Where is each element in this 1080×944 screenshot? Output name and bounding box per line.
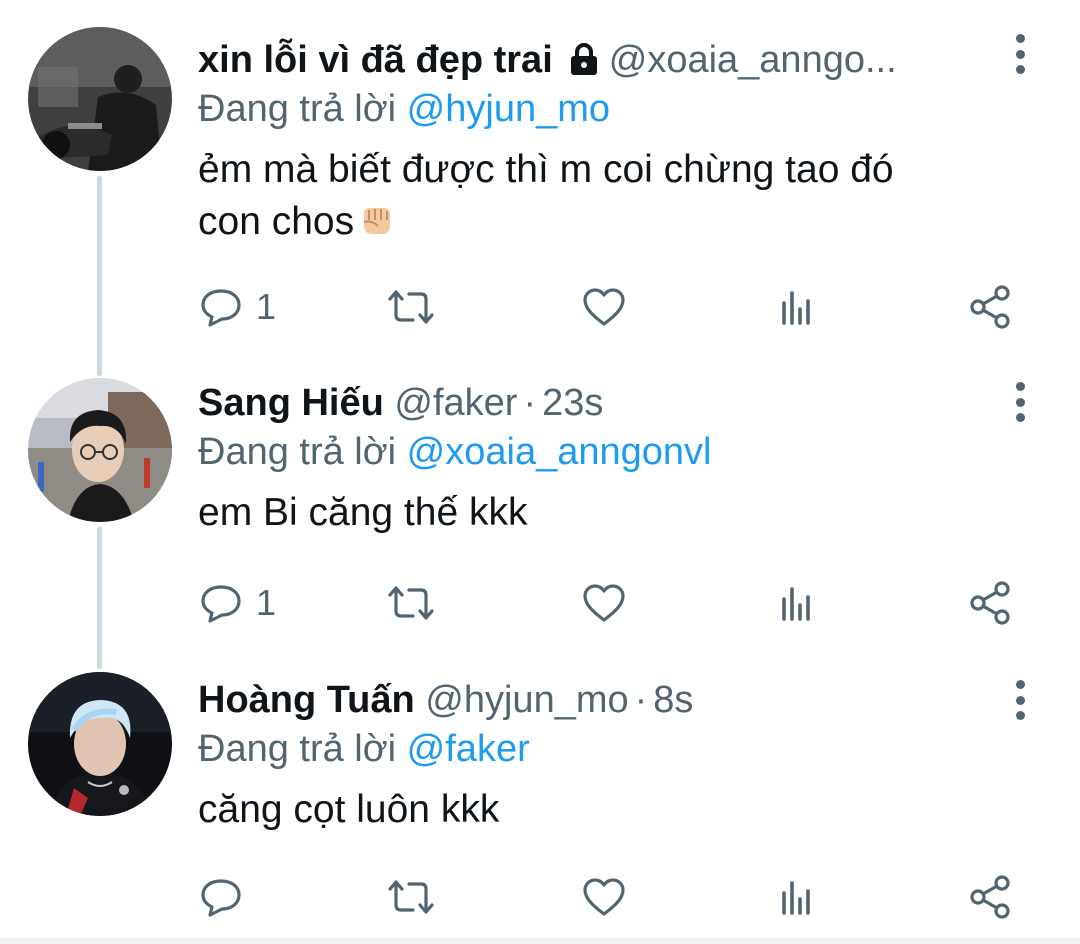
tweet-text-line: em Bi căng thế kkk: [198, 491, 528, 534]
like-button[interactable]: [582, 578, 626, 628]
reply-count: 1: [256, 582, 277, 623]
reply-icon: [201, 879, 241, 917]
like-button[interactable]: [582, 282, 626, 332]
replying-to-mention[interactable]: @faker: [407, 728, 530, 770]
share-button[interactable]: [968, 872, 1012, 922]
replying-to-mention[interactable]: @hyjun_mo: [407, 88, 610, 130]
tweet-header: xin lỗi vì đã đẹp trai @xoaia_anngo...: [198, 32, 1010, 88]
action-bar: [198, 872, 1018, 922]
lock-icon: [569, 36, 599, 88]
replying-to-mention[interactable]: @xoaia_anngonvl: [407, 431, 712, 473]
tweet-text-line: con chos: [198, 200, 355, 243]
retweet-icon: [388, 290, 434, 324]
user-handle[interactable]: @hyjun_mo: [425, 679, 628, 721]
replying-to: Đang trả lời @hyjun_mo: [198, 84, 1010, 134]
analytics-button[interactable]: [778, 282, 818, 332]
share-icon: [970, 581, 1010, 625]
tweet-1[interactable]: xin lỗi vì đã đẹp trai @xoaia_anngo... Đa…: [0, 0, 1080, 360]
reply-icon: [201, 585, 241, 623]
retweet-button[interactable]: [386, 872, 436, 922]
retweet-icon: [388, 586, 434, 620]
tweet-text: em Bi căng thế kkk: [198, 487, 1010, 539]
bottom-divider: [0, 938, 1080, 944]
action-bar: 1: [198, 282, 1018, 332]
replying-to: Đang trả lời @xoaia_anngonvl: [198, 427, 1010, 477]
heart-icon: [583, 288, 625, 326]
share-button[interactable]: [968, 578, 1012, 628]
heart-icon: [583, 584, 625, 622]
replying-to-label: Đang trả lời: [198, 728, 397, 770]
tweet-text-line: căng cọt luôn kkk: [198, 788, 500, 831]
heart-icon: [583, 878, 625, 916]
tweet-3[interactable]: Hoàng Tuấn @hyjun_mo · 8s Đang trả lời @fa…: [0, 660, 1080, 944]
timestamp[interactable]: 23s: [542, 382, 603, 424]
retweet-button[interactable]: [386, 282, 436, 332]
tweet-text-line: ẻm mà biết được thì m coi chừng tao đó: [198, 148, 894, 191]
share-icon: [970, 875, 1010, 919]
separator-dot: ·: [634, 679, 648, 721]
retweet-button[interactable]: [386, 578, 436, 628]
replying-to-label: Đang trả lời: [198, 88, 397, 130]
more-vertical-icon[interactable]: [1008, 680, 1032, 720]
display-name[interactable]: Sang Hiếu: [198, 382, 384, 424]
reply-icon: [201, 289, 241, 327]
separator-dot: ·: [523, 382, 537, 424]
tweet-header: Sang Hiếu @faker · 23s: [198, 375, 1010, 431]
user-handle[interactable]: @xoaia_anngo...: [609, 39, 897, 81]
avatar[interactable]: [28, 672, 172, 816]
display-name[interactable]: xin lỗi vì đã đẹp trai: [198, 39, 553, 81]
analytics-icon: [782, 587, 810, 621]
fist-emoji: [358, 200, 394, 252]
display-name[interactable]: Hoàng Tuấn: [198, 679, 415, 721]
retweet-icon: [388, 880, 434, 914]
action-bar: 1: [198, 578, 1018, 628]
tweet-header: Hoàng Tuấn @hyjun_mo · 8s: [198, 672, 1010, 728]
reply-button[interactable]: [200, 872, 256, 922]
share-icon: [970, 285, 1010, 329]
reply-button[interactable]: 1: [200, 578, 276, 628]
more-vertical-icon[interactable]: [1008, 382, 1032, 422]
timestamp[interactable]: 8s: [653, 679, 693, 721]
share-button[interactable]: [968, 282, 1012, 332]
avatar[interactable]: [28, 378, 172, 522]
replying-to-label: Đang trả lời: [198, 431, 397, 473]
more-vertical-icon[interactable]: [1008, 34, 1032, 74]
tweet-text: ẻm mà biết được thì m coi chừng tao đó c…: [198, 144, 1010, 252]
avatar[interactable]: [28, 27, 172, 171]
reply-button[interactable]: 1: [200, 282, 276, 332]
like-button[interactable]: [582, 872, 626, 922]
tweet-2[interactable]: Sang Hiếu @faker · 23s Đang trả lời @xoaia…: [0, 360, 1080, 660]
analytics-icon: [782, 881, 810, 915]
tweet-text: căng cọt luôn kkk: [198, 784, 1010, 836]
analytics-button[interactable]: [778, 578, 818, 628]
analytics-button[interactable]: [778, 872, 818, 922]
replying-to: Đang trả lời @faker: [198, 724, 1010, 774]
user-handle[interactable]: @faker: [394, 382, 517, 424]
analytics-icon: [782, 291, 810, 325]
reply-count: 1: [256, 286, 277, 327]
